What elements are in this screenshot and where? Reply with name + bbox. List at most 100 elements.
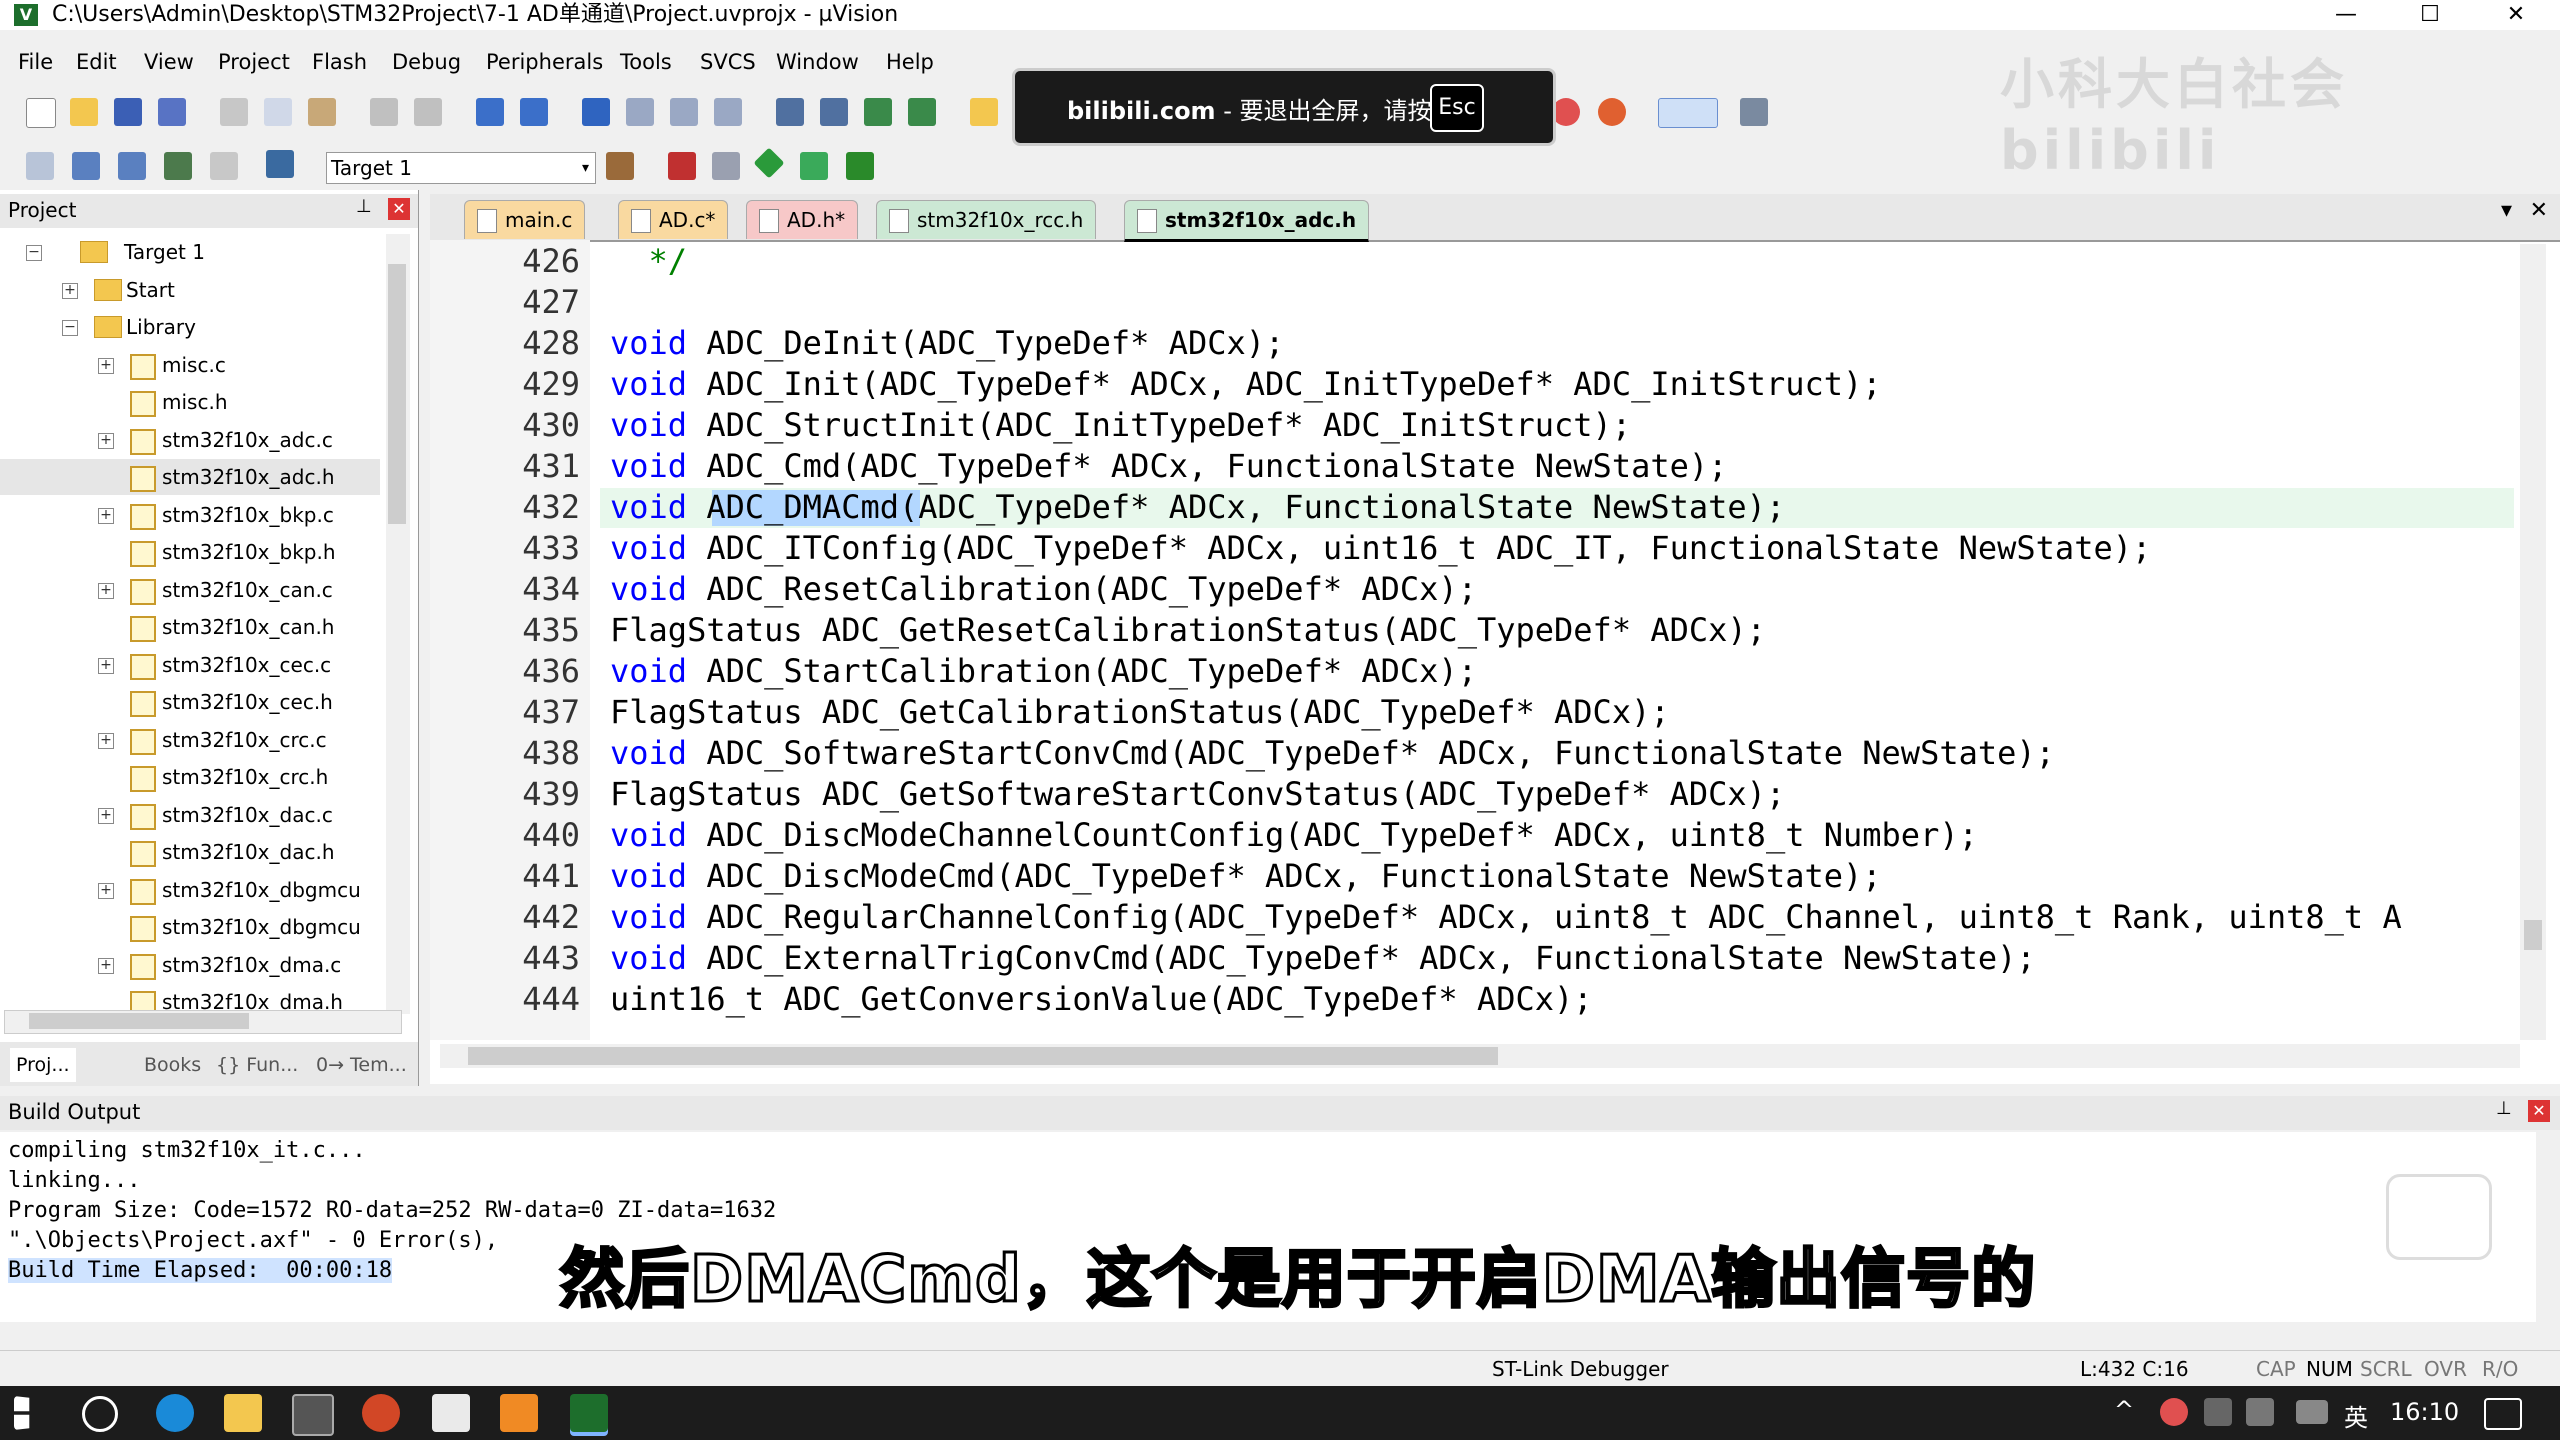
cut-icon[interactable] (220, 98, 248, 126)
editor-tab[interactable]: AD.c* (618, 200, 729, 239)
menu-debug[interactable]: Debug (392, 50, 461, 74)
batch-build-icon[interactable] (164, 152, 192, 180)
hscrollbar-thumb[interactable] (29, 1013, 249, 1029)
editor-tab[interactable]: stm32f10x_adc.h (1124, 200, 1370, 242)
pin-icon[interactable]: ⊥ (356, 196, 372, 217)
tree-item[interactable]: + stm32f10x_cec.c (0, 647, 380, 683)
editor-tab[interactable]: stm32f10x_rcc.h (876, 200, 1097, 239)
file-explorer-icon[interactable] (224, 1394, 262, 1432)
close-button[interactable]: ✕ (2476, 0, 2556, 30)
expand-icon[interactable]: + (98, 732, 114, 749)
manage-project-icon[interactable] (712, 152, 740, 180)
tree-item[interactable]: stm32f10x_bkp.h (0, 534, 380, 570)
code-line[interactable]: void ADC_Init(ADC_TypeDef* ADCx, ADC_Ini… (610, 365, 1882, 403)
code-line[interactable]: void ADC_DeInit(ADC_TypeDef* ADCx); (610, 324, 1284, 362)
file-extensions-icon[interactable] (668, 152, 696, 180)
uvision-taskbar-icon[interactable] (570, 1394, 608, 1432)
editor-tab[interactable]: main.c (464, 200, 586, 239)
expand-icon[interactable]: + (98, 882, 114, 899)
menu-window[interactable]: Window (776, 50, 859, 74)
save-all-icon[interactable] (158, 98, 186, 126)
tree-item[interactable]: + Start (0, 272, 380, 308)
unindent-icon[interactable] (820, 98, 848, 126)
window-layout-dropdown[interactable] (1658, 98, 1718, 128)
tree-item[interactable]: stm32f10x_dac.h (0, 834, 380, 870)
editor-vscrollbar[interactable] (2520, 244, 2546, 1040)
tab-project[interactable]: Proj... (10, 1048, 76, 1082)
save-icon[interactable] (114, 98, 142, 126)
uncomment-icon[interactable] (908, 98, 936, 126)
menu-file[interactable]: File (18, 50, 53, 74)
code-line[interactable]: FlagStatus ADC_GetCalibrationStatus(ADC_… (610, 693, 1670, 731)
tree-item[interactable]: stm32f10x_dbgmcu (0, 909, 380, 945)
volume-icon[interactable] (2246, 1398, 2274, 1426)
keyboard-icon[interactable] (2296, 1400, 2328, 1424)
breakpoint-icon[interactable] (1598, 98, 1626, 126)
project-tree-scrollbar[interactable] (386, 234, 410, 1014)
code-line[interactable]: void ADC_Cmd(ADC_TypeDef* ADCx, Function… (610, 447, 1727, 485)
tree-item[interactable]: + stm32f10x_can.c (0, 572, 380, 608)
code-line[interactable]: void ADC_SoftwareStartConvCmd(ADC_TypeDe… (610, 734, 2055, 772)
build-close-icon[interactable]: ✕ (2528, 1100, 2550, 1122)
scrollbar-thumb[interactable] (388, 264, 406, 524)
navigate-forward-icon[interactable] (520, 98, 548, 126)
editor-vscroll-thumb[interactable] (2524, 920, 2542, 950)
collapse-icon[interactable]: − (26, 245, 42, 261)
tab-templates[interactable]: 0→ Tem... (316, 1048, 407, 1082)
code-line[interactable]: void ADC_ITConfig(ADC_TypeDef* ADCx, uin… (610, 529, 2151, 567)
next-bookmark-icon[interactable] (670, 98, 698, 126)
menu-project[interactable]: Project (218, 50, 290, 74)
menu-flash[interactable]: Flash (312, 50, 367, 74)
clock[interactable]: 16:10 (2390, 1398, 2459, 1426)
code-line[interactable]: void ADC_DiscModeChannelCountConfig(ADC_… (610, 816, 1978, 854)
sublime-text-icon[interactable] (500, 1394, 538, 1432)
panel-close-icon[interactable]: ✕ (388, 198, 410, 220)
expand-icon[interactable]: + (98, 432, 114, 449)
select-packs-icon[interactable] (800, 152, 828, 180)
bookmark-icon[interactable] (582, 98, 610, 126)
copy-icon[interactable] (264, 98, 292, 126)
close-tab-icon[interactable]: ✕ (2530, 198, 2548, 223)
notification-icon[interactable] (2484, 1398, 2522, 1430)
clear-bookmarks-icon[interactable] (714, 98, 742, 126)
tab-list-icon[interactable]: ▾ (2501, 198, 2512, 223)
play-overlay-icon[interactable] (2386, 1174, 2492, 1260)
debug-stop-icon[interactable] (1552, 98, 1580, 126)
code-line[interactable]: uint16_t ADC_GetConversionValue(ADC_Type… (610, 980, 1593, 1018)
menu-svcs[interactable]: SVCS (700, 50, 756, 74)
code-line[interactable]: void ADC_StartCalibration(ADC_TypeDef* A… (610, 652, 1477, 690)
code-line[interactable]: */ (610, 242, 688, 280)
editor-hscroll-thumb[interactable] (468, 1047, 1498, 1065)
indent-icon[interactable] (776, 98, 804, 126)
search-icon[interactable] (82, 1396, 118, 1432)
tab-books[interactable]: Books (116, 1048, 201, 1082)
tree-item[interactable]: − Library (0, 309, 380, 345)
target-select[interactable]: Target 1 ▾ (326, 152, 596, 184)
code-line[interactable]: void ADC_DMACmd(ADC_TypeDef* ADCx, Funct… (610, 488, 1785, 526)
prev-bookmark-icon[interactable] (626, 98, 654, 126)
expand-icon[interactable]: + (98, 582, 114, 599)
code-line[interactable]: void ADC_ResetCalibration(ADC_TypeDef* A… (610, 570, 1477, 608)
expand-icon[interactable]: + (62, 282, 78, 299)
tray-app-icon[interactable] (2160, 1398, 2188, 1426)
expand-icon[interactable]: + (98, 507, 114, 524)
windows-start-icon[interactable] (14, 1396, 30, 1430)
tree-item[interactable]: + misc.c (0, 347, 380, 383)
camera-app-icon[interactable] (292, 1394, 334, 1436)
translate-icon[interactable] (26, 152, 54, 180)
tree-item[interactable]: stm32f10x_dma.h (0, 984, 380, 1010)
paste-icon[interactable] (308, 98, 336, 126)
code-line[interactable]: void ADC_RegularChannelConfig(ADC_TypeDe… (610, 898, 2402, 936)
open-file-icon[interactable] (70, 98, 98, 126)
undo-icon[interactable] (370, 98, 398, 126)
navigate-back-icon[interactable] (476, 98, 504, 126)
build-hscrollbar[interactable] (0, 1322, 2536, 1344)
build-pin-icon[interactable]: ⊥ (2496, 1098, 2512, 1119)
tab-functions[interactable]: {} Fun... (216, 1048, 298, 1082)
minimize-button[interactable]: — (2306, 0, 2386, 30)
menu-peripherals[interactable]: Peripherals (486, 50, 603, 74)
project-tree-hscrollbar[interactable] (4, 1010, 402, 1034)
tree-item[interactable]: stm32f10x_crc.h (0, 759, 380, 795)
tree-item[interactable]: + stm32f10x_adc.c (0, 422, 380, 458)
tree-item[interactable]: + stm32f10x_dbgmcu (0, 872, 380, 908)
